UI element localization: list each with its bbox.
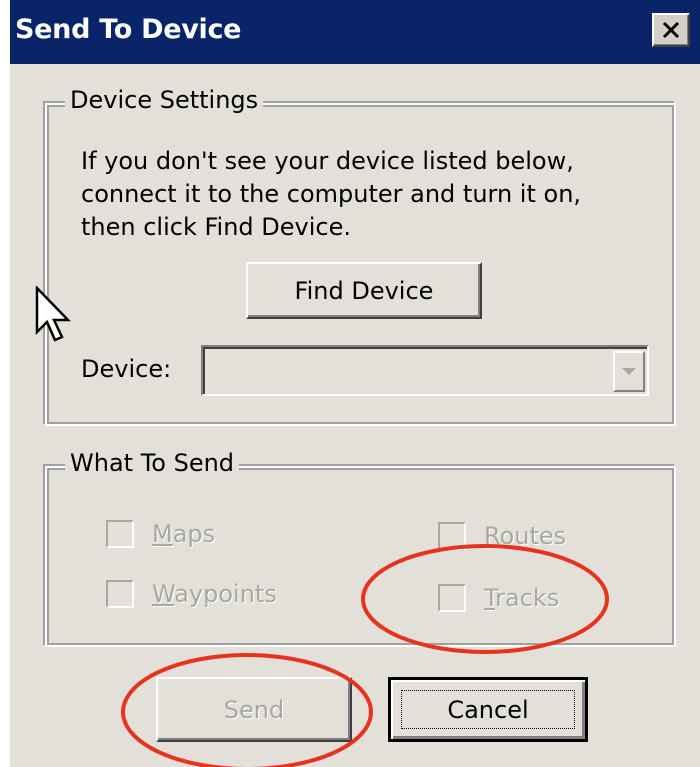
annotation-overlay [121, 544, 609, 767]
annotation-circle-send [121, 653, 373, 767]
annotation-circle-tracks [361, 544, 609, 654]
